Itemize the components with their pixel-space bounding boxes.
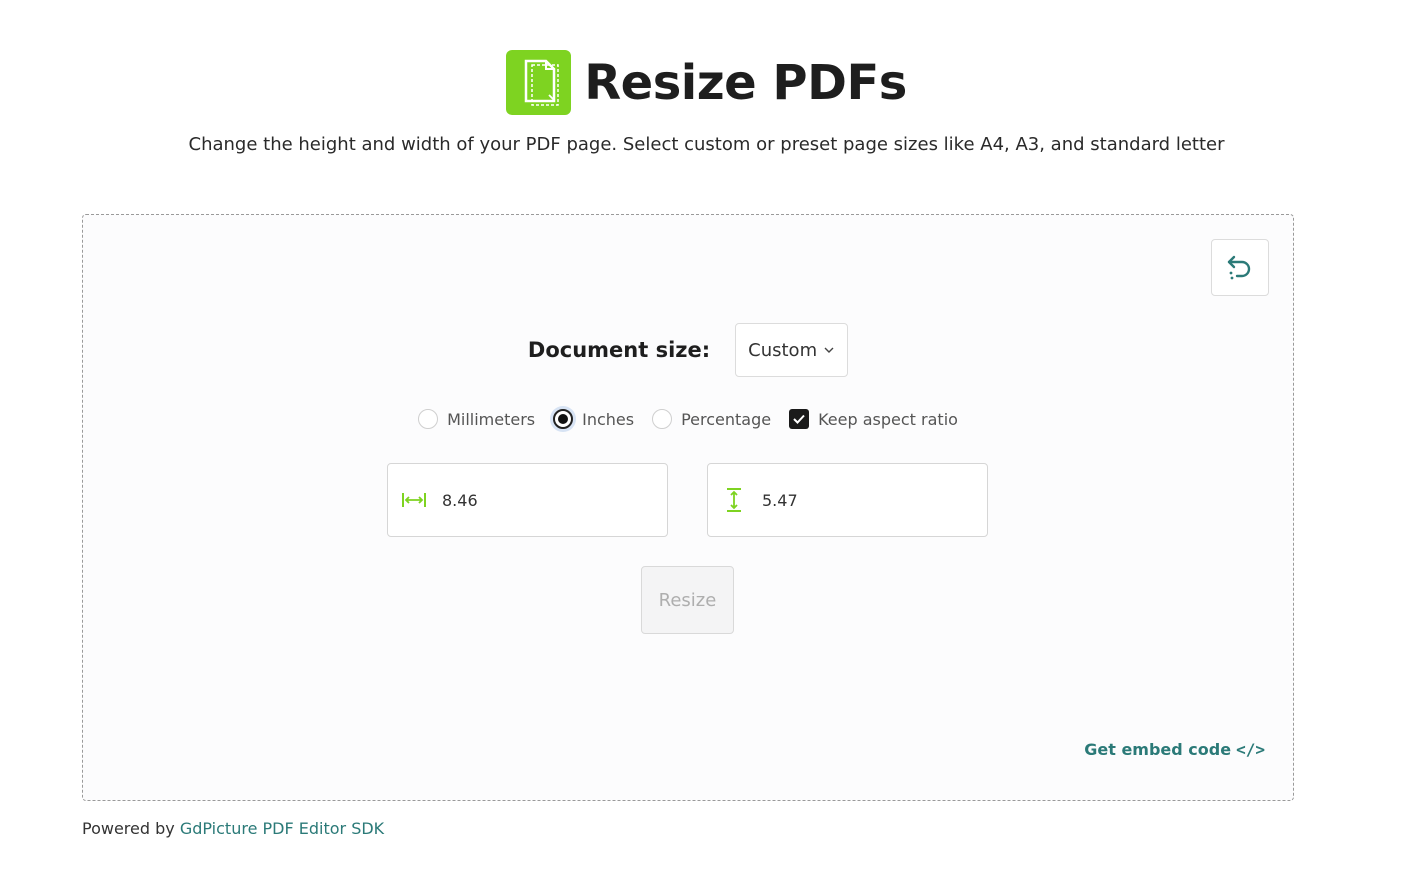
- height-input[interactable]: [762, 490, 962, 510]
- percentage-label: Percentage: [681, 409, 772, 429]
- keep-aspect-ratio-option[interactable]: Keep aspect ratio: [789, 409, 958, 429]
- footer-prefix: Powered by: [82, 819, 180, 838]
- page: Resize PDFs Change the height and width …: [0, 0, 1413, 881]
- keep-aspect-ratio-label: Keep aspect ratio: [818, 409, 958, 429]
- millimeters-radio[interactable]: [418, 409, 439, 429]
- unit-option-inches[interactable]: Inches: [553, 409, 634, 429]
- dimension-inputs: [387, 463, 988, 537]
- document-size-row: Document size: Custom: [83, 323, 1293, 377]
- width-input[interactable]: [442, 490, 642, 510]
- footer: Powered by GdPicture PDF Editor SDK: [82, 819, 384, 838]
- gdpicture-sdk-link[interactable]: GdPicture PDF Editor SDK: [180, 819, 384, 838]
- inches-radio[interactable]: [553, 409, 574, 429]
- unit-option-percentage[interactable]: Percentage: [652, 409, 771, 429]
- header: Resize PDFs: [0, 50, 1413, 115]
- chevron-down-icon: [824, 347, 834, 353]
- resize-panel: Document size: Custom Millimeters Inches…: [82, 214, 1294, 801]
- resize-pdf-logo-icon: [506, 50, 572, 115]
- page-title: Resize PDFs: [584, 54, 907, 111]
- embed-code-label: Get embed code: [1084, 740, 1232, 759]
- reset-button[interactable]: [1211, 239, 1269, 296]
- height-arrows-icon: [720, 486, 748, 514]
- document-size-value: Custom: [748, 339, 818, 361]
- unit-options: Millimeters Inches Percentage Keep aspec…: [83, 409, 1293, 429]
- millimeters-label: Millimeters: [447, 409, 536, 429]
- height-field[interactable]: [707, 463, 988, 537]
- width-field[interactable]: [387, 463, 668, 537]
- keep-aspect-ratio-checkbox[interactable]: [789, 409, 810, 429]
- undo-icon: [1227, 255, 1251, 279]
- percentage-radio[interactable]: [652, 409, 673, 429]
- document-size-label: Document size:: [527, 338, 711, 362]
- page-subtitle: Change the height and width of your PDF …: [188, 134, 1225, 155]
- width-arrows-icon: [400, 486, 428, 514]
- unit-option-millimeters[interactable]: Millimeters: [418, 409, 535, 429]
- inches-label: Inches: [582, 409, 635, 429]
- resize-button[interactable]: Resize: [641, 566, 734, 634]
- get-embed-code-link[interactable]: Get embed code </>: [1084, 740, 1265, 759]
- checkmark-icon: [793, 414, 805, 424]
- code-icon: </>: [1236, 740, 1265, 759]
- document-size-select[interactable]: Custom: [735, 323, 849, 377]
